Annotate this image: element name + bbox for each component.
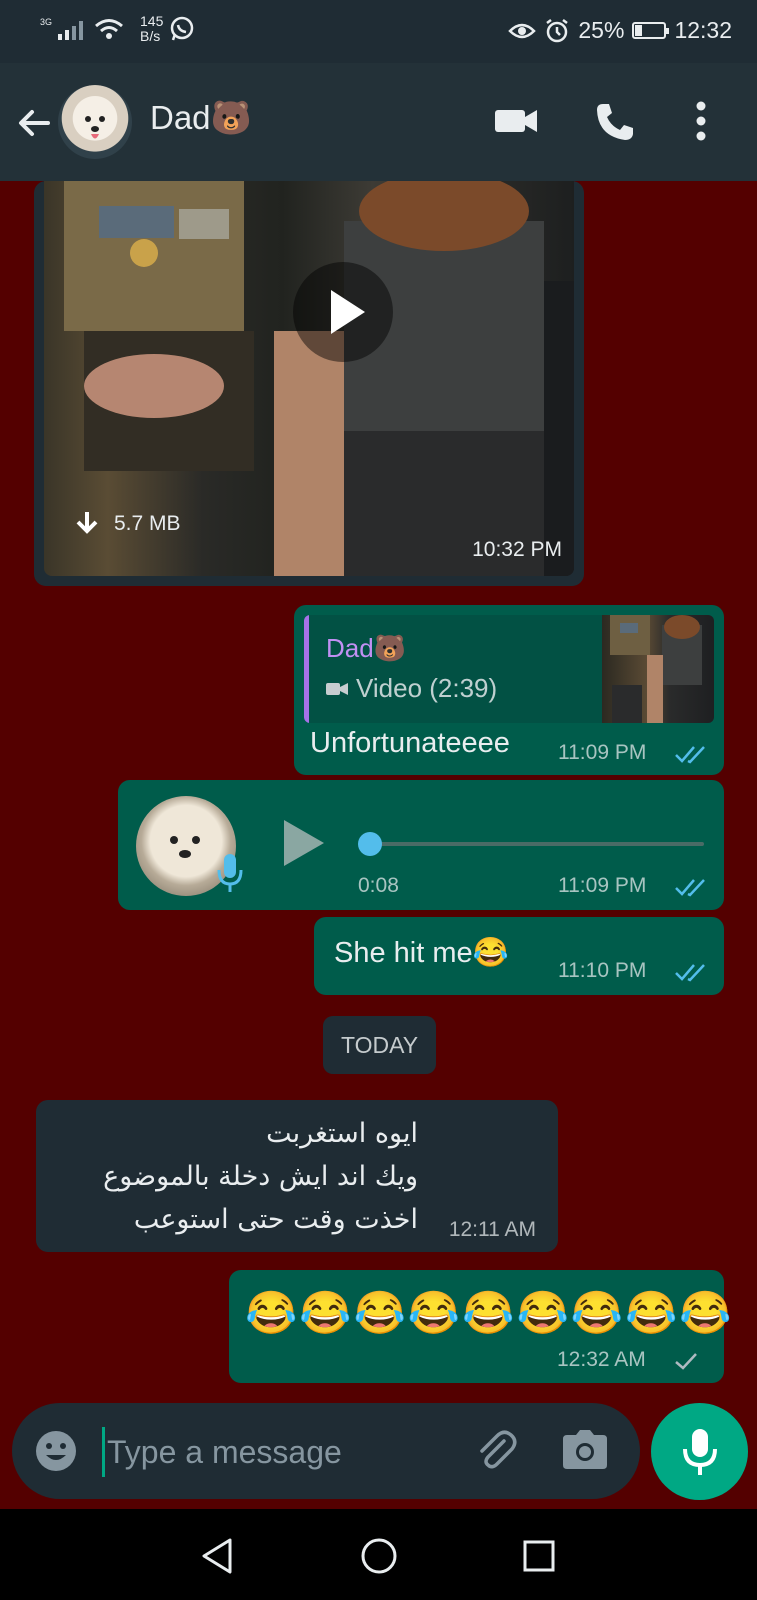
laughing-emoji: 😂 [679,1289,732,1336]
message-text: Unfortunateeee [310,727,510,759]
alarm-icon [546,18,569,42]
mic-icon [217,854,243,892]
signal-icon [58,21,84,40]
audio-seek-track[interactable] [368,842,704,846]
contact-name[interactable]: Dad🐻 [150,99,252,138]
download-size[interactable]: 5.7 MB [74,510,181,538]
play-icon[interactable] [282,818,326,868]
recents-nav-icon[interactable] [522,1539,556,1573]
mic-icon [683,1429,717,1475]
video-small-icon [326,682,348,695]
dog-face-icon [85,116,105,139]
more-vert-icon[interactable] [695,101,707,141]
chat-header: Dad🐻 [0,63,757,181]
laughing-emoji: 😂 [625,1289,678,1336]
speed-value: 145 [140,13,164,29]
audio-duration: 0:08 [358,874,399,897]
whatsapp-icon [171,16,194,41]
contact-avatar[interactable] [58,85,132,159]
message-time: 11:10 PM [558,959,647,982]
quoted-text: Video (2:39) [356,673,498,703]
message-time: 12:11 AM [448,1218,536,1241]
status-left: 3G 145 B/s [40,14,195,44]
sent-tick-icon [675,1353,697,1370]
quoted-content: Video (2:39) [326,673,497,704]
message-line: ويك اند ايش دخلة بالموضوع [103,1161,418,1192]
camera-icon[interactable] [562,1429,608,1471]
emoji-icon[interactable] [34,1429,78,1473]
system-navigation-bar [0,1509,757,1600]
thumbnail-figures-small [610,615,702,723]
emoji-message[interactable]: 😂 😂 😂 😂 😂 😂 😂 😂 😂 12:32 AM [229,1270,732,1383]
back-arrow-icon[interactable] [14,103,54,143]
eye-icon [508,23,537,38]
text-message[interactable]: She hit me😂 11:10 PM [314,917,724,995]
play-button[interactable] [293,262,393,362]
message-composer [12,1403,640,1499]
message-time: 11:09 PM [558,741,647,764]
read-ticks-icon [675,879,705,897]
message-time: 10:32 PM [472,538,562,561]
laughing-emoji: 😂 [570,1289,624,1336]
video-call-icon[interactable] [493,101,539,141]
laughing-emoji: 😂 [353,1289,406,1336]
quoted-author: Dad🐻 [326,633,407,663]
status-right: 25% 12:32 [508,17,732,44]
battery-fill [635,25,643,36]
message-line: اخذت وقت حتى استوعب [133,1204,418,1235]
quote-accent-bar [304,615,309,723]
audio-seek-handle[interactable] [358,832,382,856]
message-time: 12:32 AM [557,1348,646,1371]
read-ticks-icon [675,746,705,764]
clock: 12:32 [674,17,732,43]
status-bar: 3G 145 B/s 25% 12:32 [0,0,757,63]
battery-percent: 25% [578,17,625,43]
message-line: ايوه استغربت [266,1118,418,1149]
date-separator: TODAY [323,1016,436,1074]
laughing-emoji: 😂 [299,1289,352,1336]
laughing-emoji: 😂 [245,1289,298,1336]
play-icon [331,290,365,334]
back-nav-icon[interactable] [200,1537,234,1575]
phone-icon[interactable] [594,101,636,143]
laughing-emoji: 😂 [516,1289,569,1336]
laughing-emoji: 😂 [462,1289,515,1336]
wifi-icon [95,19,123,39]
download-icon [76,512,98,534]
quoted-message[interactable]: Dad🐻 Video (2:39) [304,615,714,723]
message-input[interactable] [102,1427,469,1477]
file-size: 5.7 MB [114,512,181,535]
laughing-emoji: 😂 [407,1289,461,1336]
voice-record-button[interactable] [651,1403,748,1500]
home-nav-icon[interactable] [360,1537,398,1575]
speed-unit: B/s [140,28,161,44]
quoted-thumbnail [602,615,714,723]
video-message[interactable]: 5.7 MB 10:32 PM [34,181,584,586]
network-type: 3G [40,16,53,27]
emoji-row: 😂 😂 😂 😂 😂 😂 😂 😂 😂 [245,1286,732,1340]
battery-icon [632,22,670,39]
incoming-text-message[interactable]: ايوه استغربت ويك اند ايش دخلة بالموضوع ا… [36,1100,558,1252]
message-text: She hit me😂 [334,937,509,969]
message-time: 11:09 PM [558,874,647,897]
attach-icon[interactable] [474,1429,518,1473]
read-ticks-icon [675,964,705,982]
reply-message[interactable]: Dad🐻 Video (2:39) Unfortunateeee 11:09 P… [294,605,724,775]
voice-message[interactable]: 0:08 11:09 PM [118,780,724,910]
data-speed: 145 B/s [140,14,163,44]
